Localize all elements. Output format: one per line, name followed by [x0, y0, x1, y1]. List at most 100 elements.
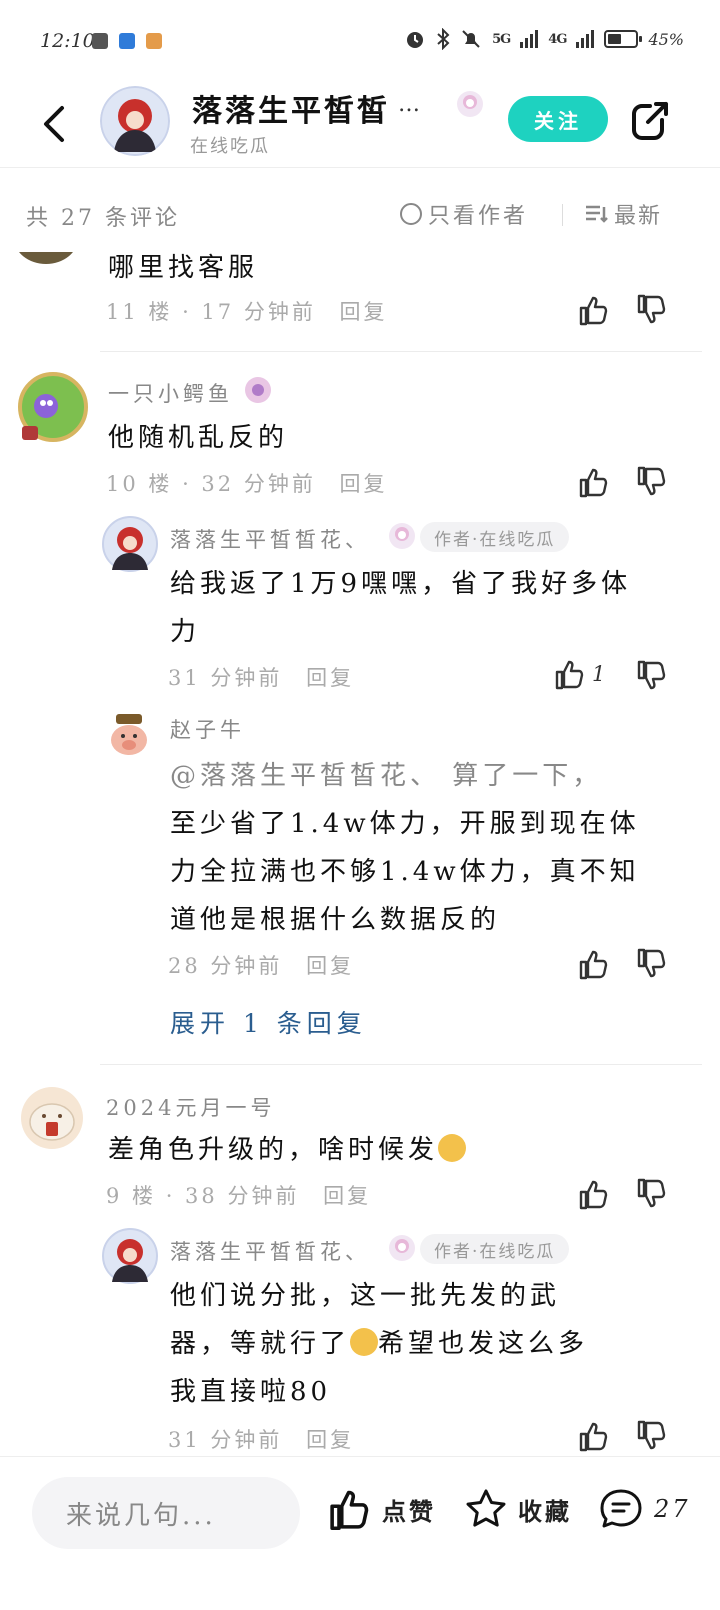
thumbs-up-icon [330, 1490, 369, 1531]
thumbs-up-icon[interactable] [578, 294, 610, 326]
mute-icon [462, 30, 480, 48]
comment-meta: 9 楼 · 38 分钟前 回复 [106, 1184, 372, 1208]
thumbs-down-icon[interactable] [636, 1178, 668, 1210]
badge-icon [389, 1235, 415, 1261]
sort-list-icon [586, 205, 608, 223]
comment-username[interactable]: 2024元月一号 [106, 1092, 275, 1122]
signal-bars-icon [576, 30, 595, 48]
comment-filter-bar: 共 27 条评论 只看作者 最新 [0, 168, 720, 258]
mention-text[interactable]: @落落生平皙皙花、 算了一下， [170, 761, 602, 791]
smile-emoji-icon [350, 1328, 379, 1356]
collect-button[interactable]: 收藏 [464, 1487, 572, 1531]
thumbs-down-icon[interactable] [636, 660, 668, 692]
status-icons: 5G 4G 45% [404, 28, 684, 50]
user-avatar[interactable] [20, 1086, 84, 1150]
reply-text: 道他是根据什么数据反的 [170, 905, 501, 935]
battery-level: 45% [648, 29, 684, 49]
comment-input[interactable]: 来说几句... [32, 1477, 300, 1549]
signal-bars-icon [520, 30, 539, 48]
thumbs-down-icon[interactable] [636, 294, 668, 326]
reply-meta: 31 分钟前 回复 [168, 1428, 355, 1452]
reply-text: @落落生平皙皙花、 算了一下， [170, 752, 602, 800]
like-count: 1 [592, 662, 606, 686]
signal-4g-icon: 4G [548, 31, 567, 47]
back-arrow-icon[interactable] [36, 102, 76, 146]
bluetooth-icon [437, 28, 450, 50]
comment-bubble-icon [600, 1489, 642, 1528]
thumbs-up-icon[interactable] [578, 1420, 610, 1452]
sort-button[interactable]: 最新 [584, 198, 662, 230]
divider [562, 204, 563, 226]
reply-meta: 28 分钟前 回复 [168, 954, 355, 978]
reply-link[interactable]: 回复 [306, 1428, 354, 1452]
reply-username[interactable]: 落落生平皙皙花、 [170, 524, 370, 554]
alarm-icon [407, 32, 424, 48]
expand-replies-link[interactable]: 展开 1 条回复 [170, 1004, 367, 1040]
only-author-label: 只看作者 [428, 204, 529, 229]
smile-emoji-icon [438, 1134, 467, 1162]
reply-text: 至少省了1.4w体力，开服到现在体 [170, 809, 640, 839]
like-label: 点赞 [382, 1496, 436, 1526]
author-tag: 作者·在线吃瓜 [420, 1234, 570, 1264]
comments-button[interactable]: 27 [598, 1487, 691, 1531]
comment-count-badge: 27 [654, 1495, 691, 1523]
author-avatar[interactable] [100, 86, 170, 156]
reply-meta: 31 分钟前 回复 [168, 666, 355, 690]
comment-divider [100, 351, 702, 352]
thumbs-down-icon[interactable] [636, 948, 668, 980]
like-button[interactable]: 点赞 [328, 1487, 436, 1531]
comment-meta: 11 楼 · 17 分钟前 回复 [106, 300, 388, 324]
title-ellipsis: … [398, 92, 420, 117]
comment-meta: 10 楼 · 32 分钟前 回复 [106, 472, 388, 496]
star-icon [466, 1489, 506, 1527]
reply-link[interactable]: 回复 [340, 472, 388, 496]
reply-link[interactable]: 回复 [323, 1184, 371, 1208]
bottom-action-bar: 来说几句... 点赞 收藏 27 [0, 1456, 720, 1610]
comment-text: 他随机乱反的 [108, 423, 289, 453]
author-subtitle: 在线吃瓜 [190, 136, 270, 157]
comment-divider [100, 1064, 702, 1065]
author-tag: 作者·在线吃瓜 [420, 522, 570, 552]
notification-icon [119, 33, 135, 49]
battery-icon [604, 30, 643, 48]
badge-icon [457, 91, 483, 117]
reply-link[interactable]: 回复 [306, 666, 354, 690]
collect-label: 收藏 [518, 1496, 572, 1526]
status-time: 12:10 [40, 30, 95, 52]
reply-link[interactable]: 回复 [306, 954, 354, 978]
comment-count: 共 27 条评论 [26, 206, 180, 231]
badge-icon [389, 523, 415, 549]
reply-avatar[interactable] [102, 516, 158, 572]
badge-icon [245, 377, 271, 403]
reply-avatar[interactable] [104, 710, 154, 760]
thumbs-up-icon[interactable] [578, 948, 610, 980]
author-name[interactable]: 落落生平皙皙 [192, 86, 390, 130]
thumbs-up-icon[interactable] [554, 658, 586, 690]
thumbs-down-icon[interactable] [636, 466, 668, 498]
user-avatar[interactable] [16, 370, 90, 444]
comment-text: 差角色升级的，啥时候发 [108, 1126, 467, 1174]
radio-icon [400, 203, 422, 225]
status-bar: 12:10 5G 4G 45% [0, 0, 720, 84]
reply-link[interactable]: 回复 [340, 300, 388, 324]
reply-text: 力 [170, 617, 201, 647]
notification-icon [146, 33, 162, 49]
notification-icon [92, 33, 108, 49]
thumbs-up-icon[interactable] [578, 1178, 610, 1210]
comment-feed[interactable]: 哪里找客服 11 楼 · 17 分钟前 回复 一只小鳄鱼 他随机乱反的 10 楼… [0, 252, 720, 1456]
comment-text: 哪里找客服 [108, 253, 259, 283]
reply-avatar[interactable] [102, 1228, 158, 1284]
only-author-toggle[interactable]: 只看作者 [400, 198, 528, 230]
reply-text: 他们说分批，这一批先发的武 [170, 1281, 561, 1311]
thumbs-down-icon[interactable] [636, 1420, 668, 1452]
follow-button[interactable]: 关注 [508, 96, 608, 142]
thumbs-up-icon[interactable] [578, 466, 610, 498]
reply-text: 力全拉满也不够1.4w体力，真不知 [170, 857, 640, 887]
reply-text: 我直接啦80 [170, 1377, 332, 1407]
reply-username[interactable]: 落落生平皙皙花、 [170, 1236, 370, 1266]
reply-text: 给我返了1万9嘿嘿，省了我好多体 [170, 569, 632, 599]
comment-username[interactable]: 一只小鳄鱼 [108, 378, 233, 408]
post-header: 落落生平皙皙 … 在线吃瓜 关注 [0, 84, 720, 168]
share-icon[interactable] [628, 98, 672, 142]
reply-username[interactable]: 赵子牛 [170, 714, 245, 744]
